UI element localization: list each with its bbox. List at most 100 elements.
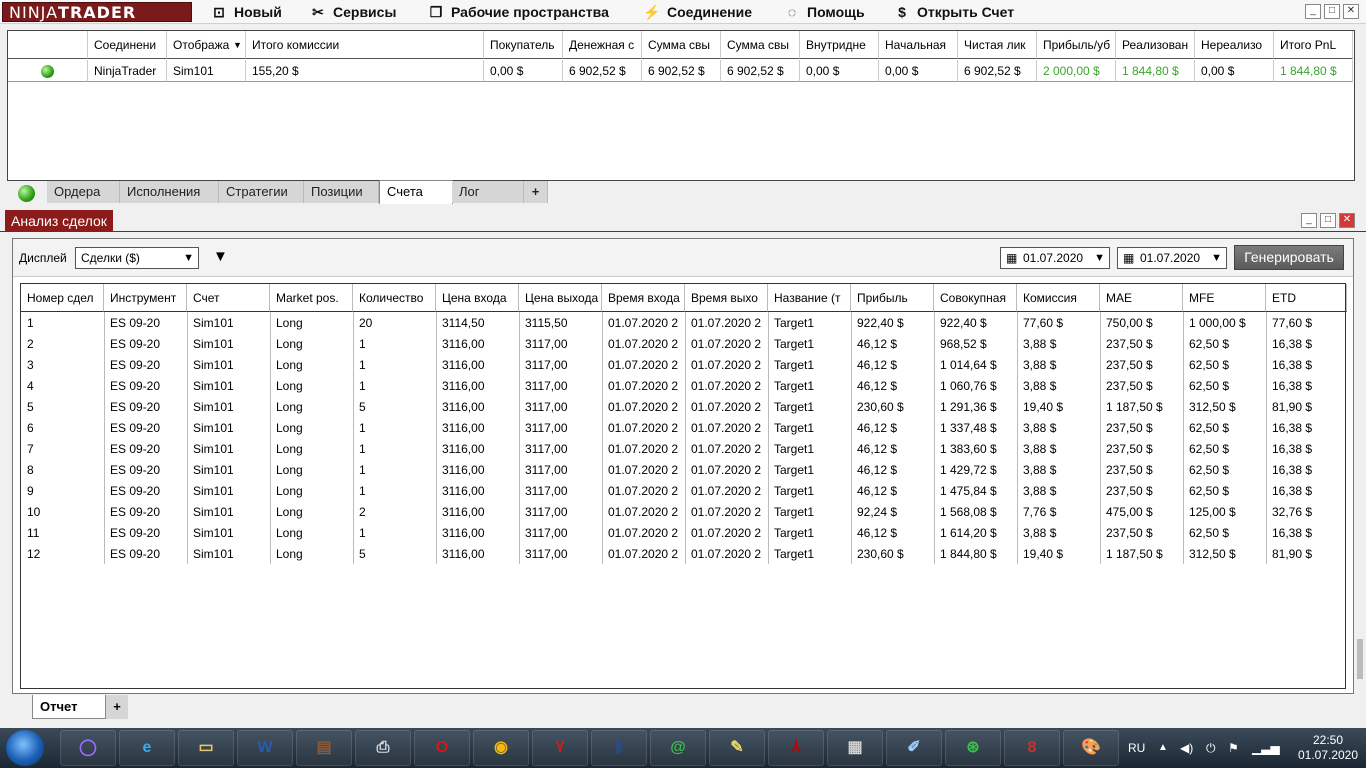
trade-cell[interactable]: 3117,00 (519, 418, 602, 439)
trade-cell[interactable]: ES 09-20 (104, 523, 187, 544)
trade-cell[interactable]: Sim101 (187, 523, 270, 544)
trade-cell[interactable]: 3,88 $ (1017, 376, 1100, 397)
trade-cell[interactable]: 3117,00 (519, 334, 602, 355)
trade-cell[interactable]: 922,40 $ (934, 313, 1017, 334)
metatrader-icon[interactable]: ⊛ (945, 730, 1001, 766)
trade-cell[interactable]: 1 (353, 460, 436, 481)
trade-cell[interactable]: 1 844,80 $ (934, 544, 1017, 565)
trade-cell[interactable]: 11 (21, 523, 104, 544)
trade-cell[interactable]: 3116,00 (436, 460, 519, 481)
trade-cell[interactable]: 3,88 $ (1017, 418, 1100, 439)
menu-workspaces[interactable]: ❐ Рабочие пространства (427, 0, 609, 24)
trade-cell[interactable]: 1 614,20 $ (934, 523, 1017, 544)
trade-cell[interactable]: 3,88 $ (1017, 355, 1100, 376)
trade-cell[interactable]: 4 (21, 376, 104, 397)
trade-cell[interactable]: 01.07.2020 2 (685, 418, 768, 439)
accounts-column-header[interactable]: Чистая лик (958, 31, 1037, 59)
trade-cell[interactable]: 16,38 $ (1266, 481, 1347, 502)
signal-icon[interactable]: ▁▃▅ (1252, 728, 1280, 768)
trade-cell[interactable]: 237,50 $ (1100, 439, 1183, 460)
trade-cell[interactable]: 62,50 $ (1183, 481, 1266, 502)
trade-cell[interactable]: Target1 (768, 439, 851, 460)
account-cell[interactable]: 0,00 $ (879, 60, 958, 82)
trade-cell[interactable]: 1 291,36 $ (934, 397, 1017, 418)
ninjatrader-icon[interactable]: 8 (1004, 730, 1060, 766)
trade-cell[interactable]: Target1 (768, 334, 851, 355)
trade-cell[interactable]: Sim101 (187, 502, 270, 523)
trade-cell[interactable]: 01.07.2020 2 (602, 523, 685, 544)
trade-cell[interactable]: Sim101 (187, 376, 270, 397)
trade-cell[interactable]: 20 (353, 313, 436, 334)
trade-cell[interactable]: 01.07.2020 2 (685, 502, 768, 523)
tab-report[interactable]: Отчет (32, 695, 106, 719)
accounts-column-header[interactable]: Итого комиссии (246, 31, 484, 59)
account-cell[interactable]: 1 844,80 $ (1116, 60, 1195, 82)
trade-cell[interactable]: 1 (353, 376, 436, 397)
trade-cell[interactable]: 125,00 $ (1183, 502, 1266, 523)
trade-cell[interactable]: 7 (21, 439, 104, 460)
trade-cell[interactable]: 01.07.2020 2 (685, 544, 768, 565)
trade-cell[interactable]: Sim101 (187, 439, 270, 460)
power-icon[interactable]: ⏻ (1206, 728, 1216, 768)
tp-maximize-button[interactable]: □ (1320, 213, 1336, 228)
trade-cell[interactable]: 62,50 $ (1183, 460, 1266, 481)
trade-cell[interactable]: 01.07.2020 2 (602, 481, 685, 502)
filter-icon[interactable]: ▼ (213, 248, 228, 265)
explorer-icon[interactable]: ▭ (178, 730, 234, 766)
trade-cell[interactable]: Long (270, 481, 353, 502)
trade-cell[interactable]: Long (270, 334, 353, 355)
trade-cell[interactable]: 3117,00 (519, 397, 602, 418)
notes-icon[interactable]: ✎ (709, 730, 765, 766)
accounts-column-header[interactable]: Денежная с (563, 31, 642, 59)
trade-cell[interactable]: 16,38 $ (1266, 460, 1347, 481)
trade-cell[interactable]: 01.07.2020 2 (685, 355, 768, 376)
trade-cell[interactable]: 01.07.2020 2 (685, 334, 768, 355)
trade-cell[interactable]: ES 09-20 (104, 502, 187, 523)
trade-cell[interactable]: 7,76 $ (1017, 502, 1100, 523)
trade-cell[interactable]: 3116,00 (436, 523, 519, 544)
trade-cell[interactable]: 1 (353, 481, 436, 502)
trade-cell[interactable]: 1 060,76 $ (934, 376, 1017, 397)
trade-cell[interactable]: 01.07.2020 2 (602, 460, 685, 481)
chevron-down-icon[interactable]: ▼ (233, 31, 242, 59)
account-cell[interactable]: 0,00 $ (1195, 60, 1274, 82)
trade-cell[interactable]: 237,50 $ (1100, 334, 1183, 355)
trade-cell[interactable]: Sim101 (187, 397, 270, 418)
trade-cell[interactable]: 1 000,00 $ (1183, 313, 1266, 334)
account-cell[interactable]: 155,20 $ (246, 60, 484, 82)
trade-cell[interactable]: Target1 (768, 502, 851, 523)
trade-cell[interactable]: 3115,50 (519, 313, 602, 334)
trade-cell[interactable]: 1 (353, 418, 436, 439)
trade-cell[interactable]: ES 09-20 (104, 481, 187, 502)
trade-cell[interactable]: Target1 (768, 376, 851, 397)
account-cell[interactable]: 6 902,52 $ (958, 60, 1037, 82)
trade-cell[interactable]: 46,12 $ (851, 481, 934, 502)
trade-cell[interactable]: 237,50 $ (1100, 376, 1183, 397)
trade-cell[interactable]: 3117,00 (519, 460, 602, 481)
trade-cell[interactable]: 968,52 $ (934, 334, 1017, 355)
trade-cell[interactable]: 46,12 $ (851, 376, 934, 397)
trade-cell[interactable]: 01.07.2020 2 (685, 523, 768, 544)
trade-cell[interactable]: 237,50 $ (1100, 460, 1183, 481)
edit-icon[interactable]: ✐ (886, 730, 942, 766)
trade-cell[interactable]: 3,88 $ (1017, 334, 1100, 355)
trade-cell[interactable]: 3114,50 (436, 313, 519, 334)
language-indicator[interactable]: RU (1128, 728, 1145, 768)
alice-icon[interactable]: ◯ (60, 730, 116, 766)
accounts-column-header[interactable]: Соединени (88, 31, 167, 59)
menu-new[interactable]: ⊡ Новый (210, 0, 282, 24)
trade-cell[interactable]: Target1 (768, 418, 851, 439)
trades-column-header[interactable]: Комиссия (1017, 284, 1100, 312)
trades-column-header[interactable]: Время выхо (685, 284, 768, 312)
trade-cell[interactable]: 1 (353, 355, 436, 376)
trade-cell[interactable]: 12 (21, 544, 104, 565)
trade-cell[interactable]: 1 (21, 313, 104, 334)
trade-cell[interactable]: Target1 (768, 397, 851, 418)
menu-tools[interactable]: ✂ Сервисы (309, 0, 396, 24)
trade-cell[interactable]: 1 429,72 $ (934, 460, 1017, 481)
trades-column-header[interactable]: MAE (1100, 284, 1183, 312)
printer-icon[interactable]: ⎙ (355, 730, 411, 766)
trades-column-header[interactable]: Счет (187, 284, 270, 312)
accounts-column-header[interactable]: Внутридне (800, 31, 879, 59)
trade-cell[interactable]: 1 (353, 523, 436, 544)
